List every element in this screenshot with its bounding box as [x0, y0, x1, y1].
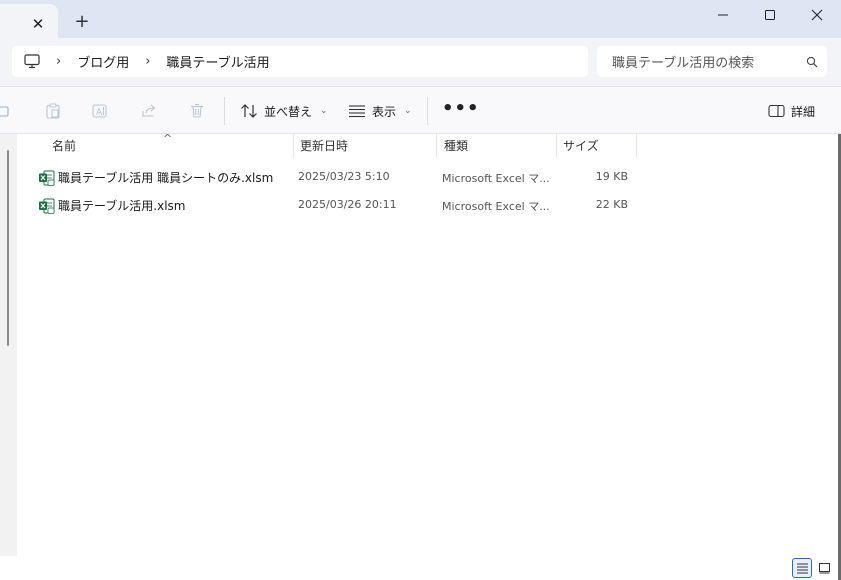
search-input[interactable]: 職員テーブル活用の検索 [612, 52, 797, 71]
toolbar-divider [427, 97, 428, 125]
excel-file-icon [39, 170, 55, 186]
file-name: 職員テーブル活用.xlsm [58, 199, 186, 213]
breadcrumb-separator[interactable]: › [56, 54, 61, 69]
command-bar: A 並べ替え ⌄ 表示 ⌄ ••• 詳細 [0, 88, 841, 134]
details-pane-icon [768, 104, 785, 118]
svg-text:A: A [96, 108, 103, 118]
file-size: 19 KB [595, 170, 628, 183]
chevron-down-icon: ⌄ [404, 106, 412, 116]
paste-icon[interactable] [43, 101, 63, 121]
file-modified: 2025/03/23 5:10 [298, 170, 390, 183]
file-row[interactable]: 職員テーブル活用.xlsm 2025/03/26 20:11 Microsoft… [34, 193, 644, 219]
close-icon [811, 9, 823, 21]
view-lines-icon [349, 105, 365, 118]
share-icon[interactable] [139, 101, 159, 121]
copy-path-icon[interactable] [0, 101, 14, 121]
tab-close-button[interactable]: ✕ [28, 14, 48, 34]
file-name: 職員テーブル活用 職員シートのみ.xlsm [58, 171, 274, 185]
rename-icon[interactable]: A [90, 101, 110, 121]
file-list: ^ 名前 更新日時 種類 サイズ 職員テーブル活用 職員シートのみ.xlsm 2… [18, 132, 840, 580]
breadcrumb-item-current[interactable]: 職員テーブル活用 [166, 52, 269, 71]
scrollbar-thumb[interactable] [7, 150, 9, 346]
search-icon[interactable] [797, 56, 827, 68]
chevron-down-icon: ⌄ [320, 106, 328, 116]
more-options-button[interactable]: ••• [442, 98, 480, 119]
column-size[interactable]: サイズ [557, 138, 599, 158]
column-divider[interactable] [636, 134, 637, 158]
address-bar[interactable]: › ブログ用 › 職員テーブル活用 [12, 46, 588, 77]
file-row[interactable]: 職員テーブル活用 職員シートのみ.xlsm 2025/03/23 5:10 Mi… [34, 165, 644, 191]
sort-ascending-icon: ^ [163, 132, 173, 145]
details-pane-button[interactable]: 詳細 [768, 98, 815, 124]
maximize-button[interactable] [747, 0, 793, 30]
breadcrumb-separator[interactable]: › [145, 54, 150, 69]
sort-label: 並べ替え [264, 104, 313, 119]
sort-arrows-icon [241, 104, 257, 118]
active-tab[interactable]: ✕ [0, 4, 58, 38]
column-name[interactable]: 名前 [46, 138, 76, 158]
file-modified: 2025/03/26 20:11 [298, 198, 397, 211]
details-label: 詳細 [791, 104, 816, 119]
title-bar: ✕ + [0, 0, 841, 38]
breadcrumb-item-blog[interactable]: ブログ用 [77, 52, 129, 71]
minimize-icon [718, 14, 728, 16]
minimize-button[interactable] [700, 0, 746, 30]
large-icons-view-button[interactable] [816, 560, 832, 576]
address-row: › ブログ用 › 職員テーブル活用 職員テーブル活用の検索 [0, 38, 841, 87]
maximize-icon [765, 10, 775, 20]
details-view-button[interactable] [792, 558, 812, 578]
search-box[interactable]: 職員テーブル活用の検索 [597, 46, 827, 77]
tiles-view-icon [818, 563, 830, 574]
column-modified[interactable]: 更新日時 [294, 138, 348, 158]
column-divider[interactable] [436, 134, 437, 158]
column-header-row: ^ 名前 更新日時 種類 サイズ [18, 132, 840, 158]
view-label: 表示 [372, 104, 397, 119]
file-size: 22 KB [595, 198, 628, 211]
excel-file-icon [39, 198, 55, 214]
file-type: Microsoft Excel マ... [442, 172, 550, 185]
view-button[interactable]: 表示 ⌄ [348, 98, 412, 124]
details-view-icon [796, 563, 808, 574]
toolbar-divider [224, 97, 225, 125]
computer-icon[interactable] [24, 54, 40, 69]
delete-icon[interactable] [187, 101, 207, 121]
close-window-button[interactable] [794, 0, 840, 30]
column-type[interactable]: 種類 [438, 138, 468, 158]
sort-button[interactable]: 並べ替え ⌄ [240, 98, 328, 124]
file-type: Microsoft Excel マ... [442, 200, 550, 213]
new-tab-button[interactable]: + [72, 11, 92, 32]
